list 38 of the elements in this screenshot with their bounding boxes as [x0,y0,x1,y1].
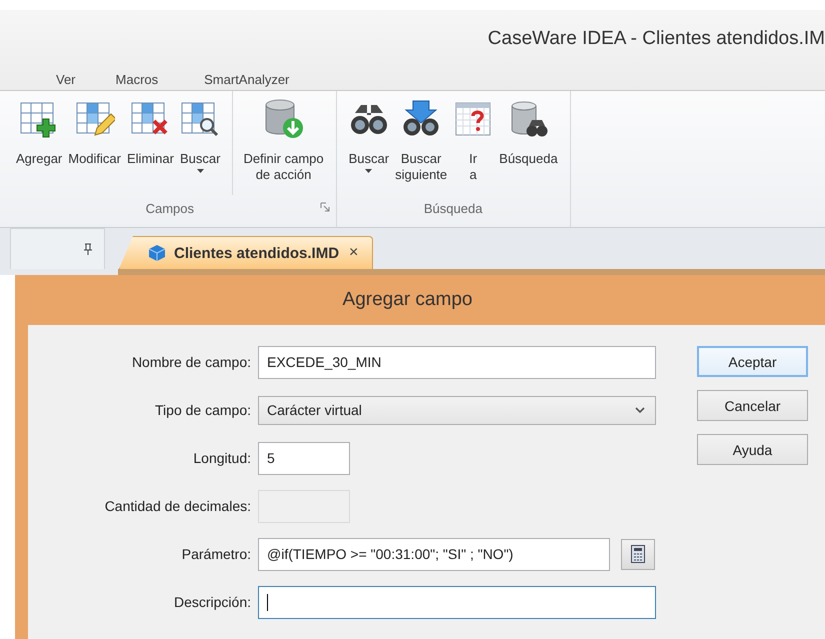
ribbon-button[interactable]: Búsqueda [497,97,560,195]
ribbon-button[interactable]: Ir a [451,97,496,195]
field-label: Descripción: [172,594,251,610]
ribbon-button[interactable]: Agregar [14,97,64,195]
pin-icon[interactable] [84,243,92,255]
input-field[interactable]: @if(TIEMPO >= "00:31:00"; "SI" ; "NO") [258,538,610,570]
menu-item[interactable]: SmartAnalyzer [190,72,304,86]
input-field[interactable]: 5 [258,442,350,474]
dropdown[interactable]: Carácter virtual [258,396,656,424]
ribbon-button[interactable]: Buscar [178,97,222,195]
calculator-icon [631,545,645,563]
field-label: Parámetro: [180,546,251,562]
field-label: Nombre de campo: [130,354,251,370]
group-label: Búsqueda [424,200,482,216]
menu-item[interactable]: Ver [42,72,90,86]
group-label: Campos [146,200,194,216]
field-label: Longitud: [192,450,251,466]
dialog-launcher-icon[interactable] [320,202,330,212]
ribbon-button[interactable]: Buscar siguiente [393,97,450,195]
document-tab[interactable]: Clientes atendidos.IMD × [119,236,374,269]
chevron-down-icon [635,406,645,414]
field-label: Tipo de campo: [154,402,251,418]
cube-icon [148,244,166,262]
ribbon-button[interactable]: Eliminar [125,97,176,195]
ribbon-button[interactable]: Buscar [346,97,392,195]
dialog-button[interactable]: Ayuda [697,434,808,465]
ribbon-button[interactable]: Definir campo de acción [241,97,326,195]
dialog-title: Agregar campo [342,289,472,311]
dialog-button[interactable]: Cancelar [697,390,808,421]
input-field[interactable]: EXCEDE_30_MIN [258,346,656,378]
window-title: CaseWare IDEA - Clientes atendidos.IM [488,28,825,50]
close-button[interactable]: × [347,244,360,262]
menu-item[interactable]: Macros [102,72,172,86]
ribbon-button[interactable]: Modificar [66,97,123,195]
dialog-button[interactable]: Aceptar [697,346,808,377]
input-field[interactable] [258,586,656,618]
calculator-button[interactable] [621,538,655,570]
field-label: Cantidad de decimales: [104,498,251,514]
